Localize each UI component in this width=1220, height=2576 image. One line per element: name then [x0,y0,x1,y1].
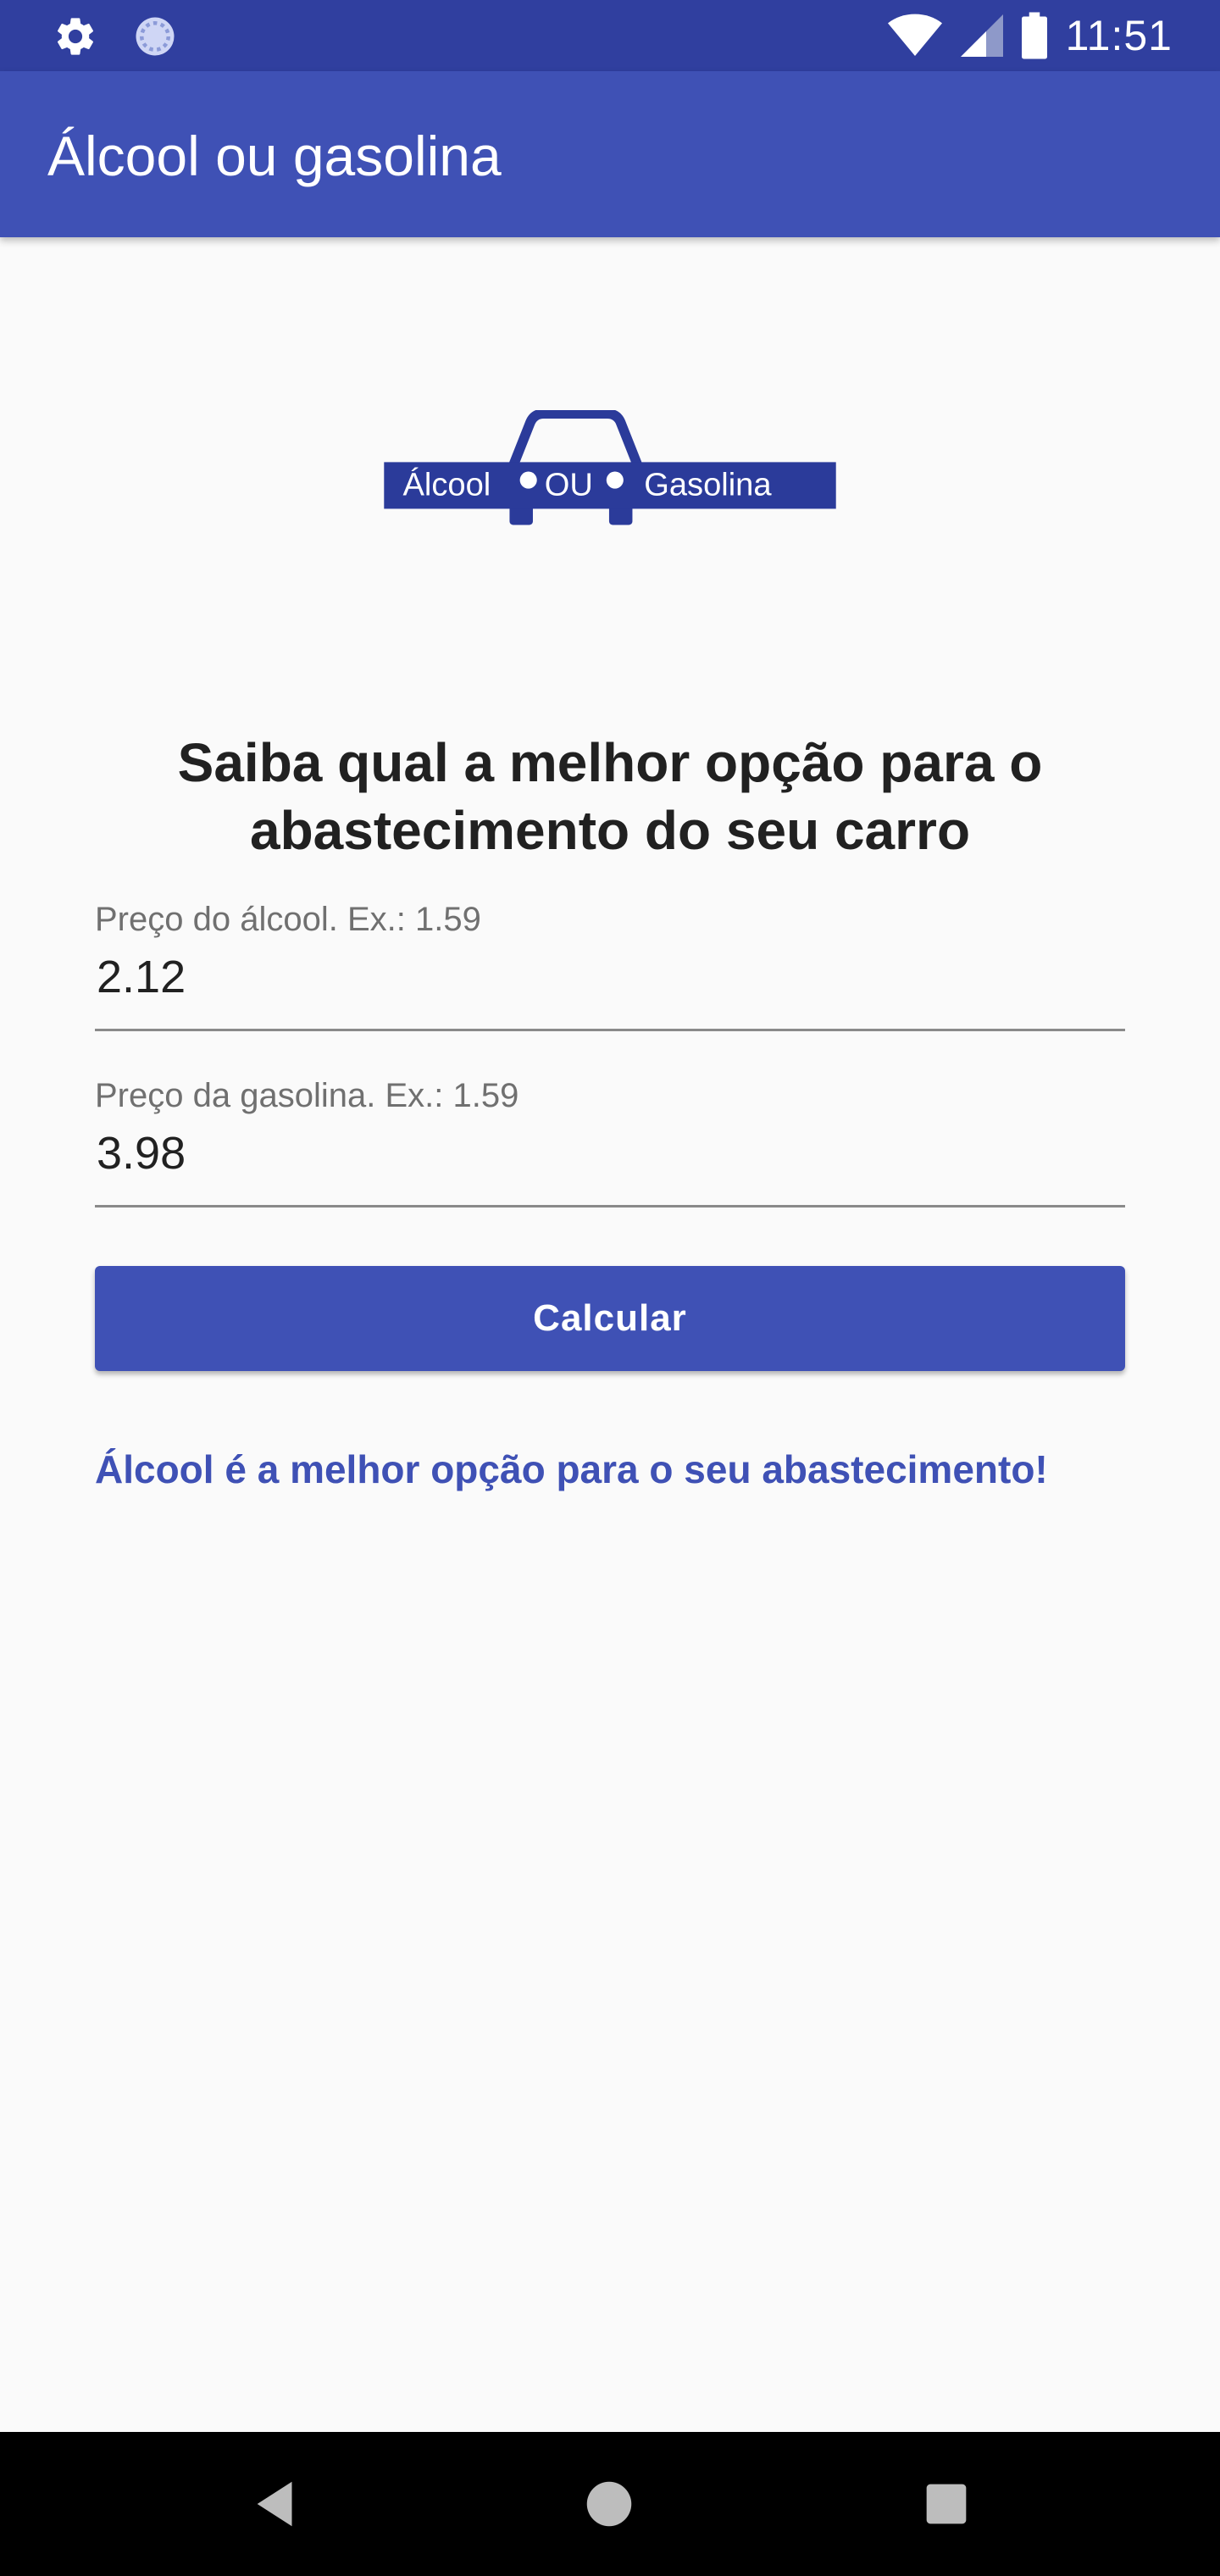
gasolina-price-field[interactable]: Preço da gasolina. Ex.: 1.59 3.98 [95,1074,1125,1208]
status-left-icons [53,14,178,59]
alcool-price-field[interactable]: Preço do álcool. Ex.: 1.59 2.12 [95,898,1125,1031]
calculate-button[interactable]: Calcular [95,1266,1125,1371]
logo-word-gasolina: Gasolina [644,468,772,503]
home-icon[interactable] [580,2474,639,2534]
settings-icon [57,18,94,55]
sync-icon [136,17,175,56]
gasolina-price-input[interactable]: 3.98 [95,1124,1125,1208]
status-time: 11:51 [1065,12,1173,59]
alcool-price-input[interactable]: 2.12 [95,947,1125,1031]
navigation-bar [0,2432,1220,2576]
back-icon[interactable] [247,2474,307,2534]
logo-word-alcool: Álcool [403,467,491,503]
app-bar: Álcool ou gasolina [0,71,1220,237]
status-bar: 11:51 [0,0,1220,71]
app-title: Álcool ou gasolina [47,125,502,187]
wifi-icon [887,14,942,57]
main-content: Álcool OU Gasolina Saiba qual a melhor o… [0,237,1220,2432]
battery-icon [1021,12,1047,59]
alcool-price-label: Preço do álcool. Ex.: 1.59 [95,901,481,938]
logo-word-ou: OU [545,468,593,503]
headline: Saiba qual a melhor opção para o abastec… [177,732,1043,861]
result-text: Álcool é a melhor opção para o seu abast… [95,1447,1048,1491]
signal-icon [960,14,1003,57]
gasolina-price-label: Preço da gasolina. Ex.: 1.59 [95,1077,519,1114]
app-logo: Álcool OU Gasolina [384,410,836,525]
status-right-icons: 11:51 [887,10,1173,61]
recents-icon[interactable] [917,2474,976,2534]
